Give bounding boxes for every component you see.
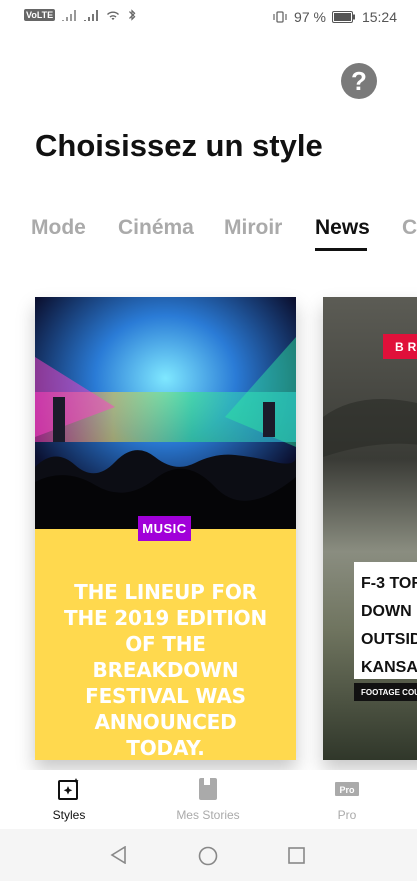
tab-miroir[interactable]: Miroir bbox=[224, 216, 282, 240]
nav-styles-label: Styles bbox=[52, 808, 86, 822]
vibrate-icon bbox=[273, 11, 287, 23]
nav-styles[interactable]: Styles bbox=[19, 776, 119, 822]
bottom-navigation: Styles Mes Stories Pro Pro bbox=[0, 770, 417, 828]
tab-ch[interactable]: Ch bbox=[402, 216, 417, 240]
style-tabs: Mode Cinéma Miroir News Ch bbox=[0, 212, 417, 256]
breaking-headline-box: F-3 TOR DOWN 1 OUTSID KANSAS bbox=[354, 562, 417, 679]
bluetooth-icon bbox=[129, 9, 136, 21]
system-navigation-bar bbox=[0, 829, 417, 881]
nav-mes-stories[interactable]: Mes Stories bbox=[158, 776, 258, 822]
pro-badge-icon: Pro bbox=[335, 782, 359, 796]
status-left: VoLTE bbox=[24, 9, 137, 21]
clock: 15:24 bbox=[361, 9, 397, 25]
footage-credit: FOOTAGE COURT bbox=[354, 683, 417, 701]
battery-icon bbox=[331, 11, 355, 23]
category-badge: MUSIC bbox=[138, 516, 191, 541]
style-card-breaking[interactable]: BRE F-3 TOR DOWN 1 OUTSID KANSAS FOOTAGE… bbox=[323, 297, 417, 760]
card-headline: THE LINEUP FOR THE 2019 EDITION OF THE B… bbox=[64, 580, 267, 760]
book-icon bbox=[199, 778, 217, 800]
tab-news[interactable]: News bbox=[315, 216, 370, 240]
breaking-badge: BRE bbox=[383, 334, 417, 359]
nav-pro-label: Pro bbox=[337, 808, 357, 822]
back-triangle-icon[interactable] bbox=[110, 846, 128, 864]
signal-icon bbox=[62, 10, 77, 21]
concert-image bbox=[35, 297, 296, 529]
recents-square-icon[interactable] bbox=[288, 847, 305, 864]
headline-line: OUTSID bbox=[361, 631, 417, 648]
question-mark-icon: ? bbox=[351, 65, 367, 96]
volte-indicator: VoLTE bbox=[24, 9, 56, 21]
help-button[interactable]: ? bbox=[341, 63, 377, 99]
battery-percent: 97 % bbox=[294, 9, 326, 25]
headline-line: F-3 TOR bbox=[361, 575, 417, 592]
status-bar: VoLTE 97 % 15:24 bbox=[0, 0, 417, 36]
style-card-music[interactable]: MUSIC THE LINEUP FOR THE 2019 EDITION OF… bbox=[35, 297, 296, 760]
headline-line: KANSAS bbox=[361, 659, 417, 676]
page-title: Choisissez un style bbox=[35, 128, 323, 163]
tab-mode[interactable]: Mode bbox=[31, 216, 86, 240]
tab-cinema[interactable]: Cinéma bbox=[118, 216, 194, 240]
wifi-icon bbox=[107, 11, 120, 20]
sparkle-frame-icon bbox=[58, 778, 79, 800]
signal-icon bbox=[84, 10, 99, 21]
home-circle-icon[interactable] bbox=[198, 846, 218, 866]
nav-mes-stories-label: Mes Stories bbox=[176, 808, 240, 822]
headline-line: DOWN 1 bbox=[361, 603, 417, 620]
nav-pro[interactable]: Pro Pro bbox=[297, 776, 397, 822]
active-tab-indicator bbox=[315, 248, 367, 251]
status-right: 97 % 15:24 bbox=[272, 9, 397, 25]
svg-text:Pro: Pro bbox=[339, 785, 355, 795]
